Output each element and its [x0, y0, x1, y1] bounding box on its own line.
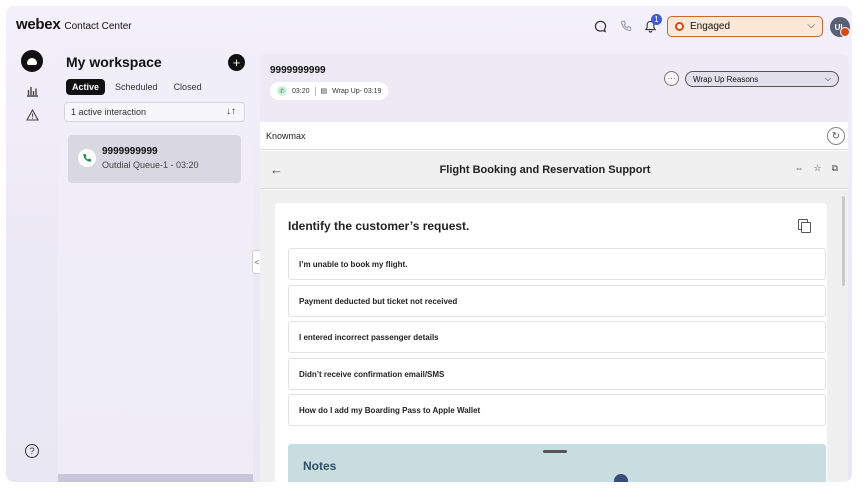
- document-body: Identify the customer’s request. I’m una…: [260, 190, 848, 482]
- scrollbar[interactable]: [842, 196, 845, 286]
- avatar-status-icon: [840, 27, 850, 37]
- tab-active[interactable]: Active: [66, 79, 106, 95]
- wrapup-timer: Wrap Up- 03:19: [332, 87, 382, 95]
- interaction-timers: ✆ 03:20 ▤ Wrap Up- 03:19: [270, 82, 389, 100]
- brand-name: Contact Center: [64, 21, 132, 32]
- option-boarding-pass-wallet[interactable]: How do I add my Boarding Pass to Apple W…: [288, 394, 826, 426]
- workspace-title: My workspace: [66, 54, 162, 70]
- knowmax-widget: Knowmax ↻ ← Flight Booking and Reservati…: [260, 122, 848, 482]
- app-window: webex Contact Center 1 Engaged ⌵ UL ? My…: [6, 6, 852, 482]
- top-header: webex Contact Center 1 Engaged ⌵ UL: [6, 6, 852, 44]
- tab-closed[interactable]: Closed: [168, 79, 208, 95]
- outbound-call-icon: [78, 149, 96, 167]
- option-no-confirmation[interactable]: Didn’t receive confirmation email/SMS: [288, 358, 826, 390]
- brand: webex Contact Center: [16, 16, 132, 33]
- copy-icon[interactable]: [798, 219, 811, 233]
- agent-state-label: Engaged: [690, 21, 731, 32]
- workspace-tabs: Active Scheduled Closed: [66, 79, 208, 95]
- interaction-card-title: 9999999999: [102, 146, 158, 157]
- alert-icon[interactable]: [23, 106, 41, 124]
- interaction-header: 9999999999 ✆ 03:20 ▤ Wrap Up- 03:19 ··· …: [260, 54, 848, 122]
- document-tools: ⇔ ☆ ⧉: [794, 163, 838, 174]
- wrapup-timer-icon: ▤: [320, 88, 328, 95]
- chevron-down-icon: ⌵: [807, 20, 815, 31]
- document-title: Flight Booking and Reservation Support: [439, 164, 651, 176]
- interaction-count-label: 1 active interaction: [71, 107, 147, 117]
- refresh-icon[interactable]: ↻: [827, 127, 845, 145]
- call-icon: ✆: [277, 86, 287, 96]
- interaction-card[interactable]: 9999999999 Outdial Queue-1 - 03:20: [68, 135, 241, 183]
- wrapup-reasons-select[interactable]: Wrap Up Reasons ⌵: [685, 71, 839, 87]
- document-toolbar: ← Flight Booking and Reservation Support…: [260, 151, 848, 189]
- state-indicator-icon: [675, 22, 684, 31]
- timer-divider: [314, 86, 316, 96]
- notes-panel[interactable]: Notes: [288, 444, 826, 482]
- workspace-panel: My workspace + Active Scheduled Closed 1…: [58, 46, 253, 482]
- notes-title: Notes: [303, 459, 337, 473]
- chevron-down-icon: ⌵: [824, 74, 831, 83]
- add-interaction-button[interactable]: +: [228, 54, 245, 71]
- help-icon[interactable]: ?: [25, 444, 39, 458]
- interaction-card-subtitle: Outdial Queue-1 - 03:20: [102, 160, 199, 170]
- question-heading: Identify the customer’s request.: [288, 219, 470, 233]
- drag-handle-icon[interactable]: [543, 450, 567, 453]
- option-payment-deducted[interactable]: Payment deducted but ticket not received: [288, 285, 826, 317]
- wrapup-reasons-label: Wrap Up Reasons: [693, 74, 759, 84]
- widget-titlebar: Knowmax ↻: [260, 122, 848, 150]
- workspace-footer: [58, 474, 253, 482]
- option-incorrect-details[interactable]: I entered incorrect passenger details: [288, 321, 826, 353]
- option-unable-to-book[interactable]: I’m unable to book my flight.: [288, 248, 826, 280]
- webex-logo: webex: [16, 16, 61, 33]
- open-external-icon[interactable]: ⧉: [832, 163, 838, 174]
- notification-badge: 1: [651, 14, 662, 25]
- link-icon[interactable]: ⇔: [794, 163, 803, 174]
- interaction-count-bar: 1 active interaction ↓↑: [64, 102, 245, 122]
- chat-icon[interactable]: [592, 18, 608, 34]
- widget-title: Knowmax: [266, 131, 306, 141]
- sort-icon[interactable]: ↓↑: [226, 106, 236, 117]
- home-icon[interactable]: [21, 50, 43, 72]
- decision-tree-card: Identify the customer’s request. I’m una…: [275, 203, 827, 482]
- agent-state-select[interactable]: Engaged ⌵: [667, 16, 823, 37]
- star-icon[interactable]: ☆: [813, 163, 821, 174]
- more-options-button[interactable]: ···: [664, 71, 679, 86]
- stats-icon[interactable]: [23, 82, 41, 100]
- interaction-number: 9999999999: [270, 65, 326, 76]
- tab-scheduled[interactable]: Scheduled: [109, 79, 164, 95]
- call-timer: 03:20: [292, 87, 310, 95]
- bottom-indicator: [614, 474, 628, 482]
- phone-icon[interactable]: [618, 18, 634, 34]
